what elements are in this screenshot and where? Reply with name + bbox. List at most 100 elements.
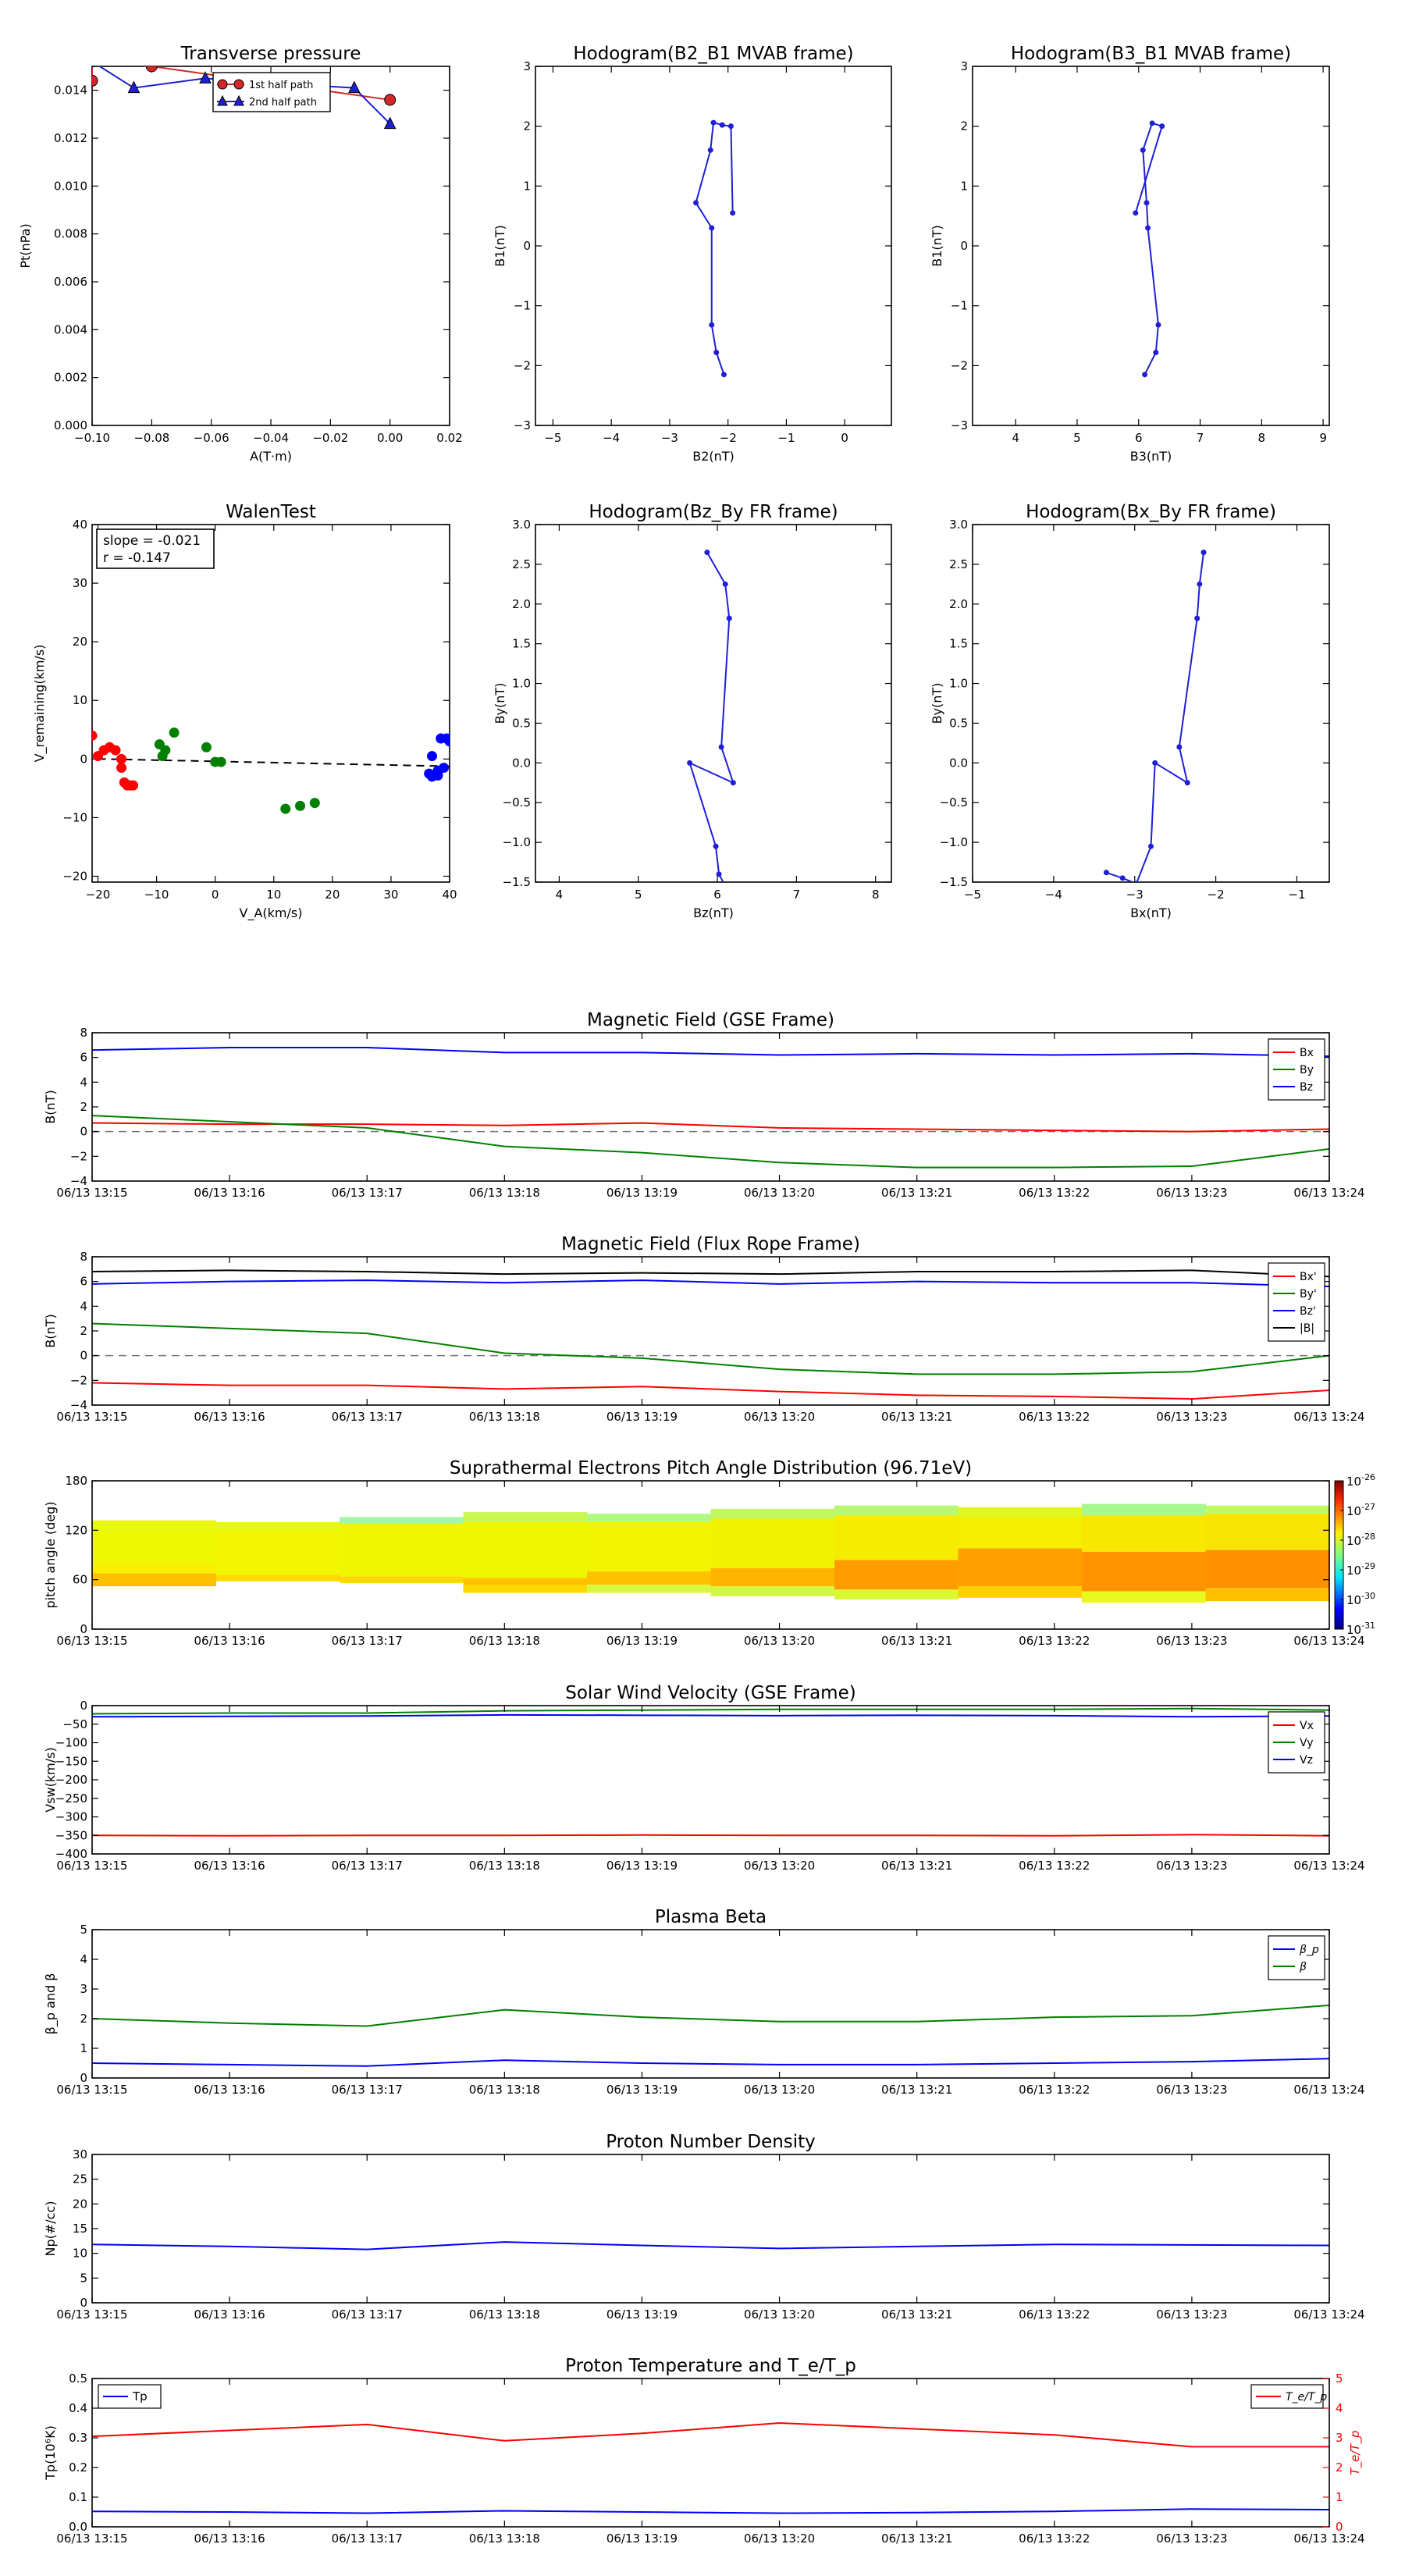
- x-tick-label: 4: [1012, 431, 1019, 445]
- x-tick-label: 06/13 13:19: [606, 1859, 678, 1873]
- y-tick-label: 3: [960, 59, 968, 73]
- y-axis-label: B(nT): [43, 1090, 58, 1123]
- legend-label: β: [1299, 1961, 1307, 1973]
- data-point: [722, 581, 728, 587]
- y-tick-label: 1.0: [949, 677, 968, 691]
- annotation-r: r = -0.147: [103, 550, 171, 566]
- y-tick-label: 0.4: [69, 2401, 87, 2415]
- plot-area: [1133, 120, 1165, 378]
- x-tick-label: 06/13 13:17: [332, 1186, 403, 1200]
- x-tick-label: 06/13 13:18: [469, 1634, 540, 1648]
- series-line: [92, 2421, 1329, 2448]
- data-point: [1103, 870, 1109, 876]
- x-tick-label: −3: [661, 431, 678, 445]
- chart-beta: Plasma Beta012345β_p and β06/13 13:15 06/…: [43, 1907, 1365, 2097]
- stats-annotation: slope = -0.021r = -0.147: [96, 528, 215, 569]
- data-point: [92, 730, 98, 741]
- x-tick-label: 06/13 13:21: [881, 1410, 952, 1424]
- heatmap-cell: [1082, 1503, 1206, 1516]
- x-tick-label: 0.02: [436, 431, 462, 445]
- x-tick-label: 06/13 13:15: [56, 2307, 127, 2322]
- data-point: [1145, 225, 1151, 231]
- y-tick-label: −250: [55, 1791, 87, 1806]
- y-tick-label: 20: [73, 2197, 87, 2211]
- x-tick-label: −3: [1126, 888, 1144, 902]
- x-tick-label: −0.08: [133, 431, 169, 445]
- legend: β_p β: [1268, 1935, 1325, 1980]
- legend-label: T_e/T_p: [1286, 2391, 1327, 2403]
- y-tick-label: −1.0: [503, 835, 531, 849]
- x-tick-label: 06/13 13:17: [332, 1859, 403, 1873]
- chart-title: Hodogram(Bz_By FR frame): [589, 502, 838, 522]
- chart-title: Solar Wind Velocity (GSE Frame): [565, 1683, 855, 1703]
- heatmap-cell: [215, 1574, 340, 1582]
- heatmap-cell: [834, 1515, 959, 1560]
- data-point: [1197, 581, 1203, 587]
- x-tick-label: −1: [1288, 888, 1305, 902]
- legend: 1st half path 2nd half path: [212, 72, 331, 112]
- chart-tp: Proton Temperature and T_e/T_p0.00.10.20…: [43, 2356, 1365, 2546]
- data-point: [730, 210, 736, 216]
- x-tick-label: 06/13 13:16: [194, 2307, 265, 2322]
- x-tick-label: 5: [1073, 431, 1081, 445]
- colorbar-tick-label: 10-30: [1346, 1591, 1375, 1607]
- data-point: [92, 66, 98, 67]
- y-tick-label: 0.0: [949, 756, 968, 770]
- y-tick-label: −50: [62, 1717, 87, 1731]
- y-tick-label: 0.010: [54, 179, 87, 193]
- x-tick-label: 06/13 13:15: [56, 1634, 127, 1648]
- heatmap-cell: [463, 1585, 588, 1593]
- x-tick-label: 40: [442, 888, 457, 902]
- y-tick-label: 3.0: [949, 518, 968, 532]
- chart-np: Proton Number Density051015202530Np(#/cc…: [43, 2132, 1365, 2322]
- x-axis-label: B2(nT): [692, 449, 735, 464]
- y-tick-label: −3: [951, 418, 968, 432]
- y-tick-label: 3: [80, 1982, 87, 1996]
- x-tick-label: 0.00: [377, 431, 403, 445]
- annotation-slope: slope = -0.021: [103, 533, 201, 549]
- y-tick-label: 0.5: [512, 716, 531, 730]
- colorbar-exponent: -26: [1361, 1472, 1375, 1482]
- y-tick-label: 4: [80, 1299, 87, 1313]
- plot-area: [693, 119, 736, 378]
- data-point: [719, 122, 725, 128]
- x-tick-label: 06/13 13:23: [1156, 1186, 1227, 1200]
- y2-tick-label: 3: [1336, 2431, 1343, 2445]
- y-tick-label: 15: [73, 2222, 87, 2236]
- y-tick-label: 10: [73, 2247, 87, 2261]
- x-tick-label: 10: [266, 888, 281, 902]
- x-tick-label: 8: [872, 888, 880, 902]
- series-line: [92, 2058, 1329, 2067]
- x-tick-label: 06/13 13:24: [1293, 2307, 1364, 2322]
- data-point: [718, 744, 724, 750]
- plot-frame: [972, 524, 1330, 883]
- x-tick-label: 20: [325, 888, 340, 902]
- series-line: [92, 2508, 1329, 2514]
- y-tick-label: 8: [80, 1026, 87, 1040]
- x-tick-label: 06/13 13:21: [881, 2532, 952, 2546]
- colorbar-base: 10: [1346, 1504, 1361, 1518]
- y-tick-label: 1: [523, 179, 531, 193]
- x-axis-label: Bz(nT): [693, 906, 734, 920]
- data-point: [169, 728, 180, 738]
- y-tick-label: 5: [80, 2271, 87, 2285]
- heatmap-cell: [92, 1563, 216, 1574]
- y-axis-label: Pt(nPa): [18, 223, 33, 268]
- x-tick-label: −0.04: [253, 431, 289, 445]
- series-line: [1106, 552, 1205, 882]
- x-tick-label: 06/13 13:18: [469, 1859, 540, 1873]
- x-tick-label: 06/13 13:21: [881, 1859, 952, 1873]
- plot-area: [92, 728, 450, 814]
- x-tick-label: 06/13 13:20: [744, 2532, 815, 2546]
- x-tick-label: 9: [1319, 431, 1327, 445]
- y-tick-label: 6: [80, 1275, 87, 1289]
- legend-marker: [217, 79, 228, 90]
- plot-area: [92, 1269, 1329, 1400]
- data-point: [92, 66, 96, 68]
- y-axis-label: Tp(10⁶K): [43, 2425, 58, 2481]
- chart-title: Plasma Beta: [655, 1907, 767, 1927]
- legend-marker: [233, 79, 244, 90]
- heatmap-cell: [1205, 1550, 1329, 1589]
- x-tick-label: 6: [713, 888, 721, 902]
- plot-area: [92, 2421, 1329, 2514]
